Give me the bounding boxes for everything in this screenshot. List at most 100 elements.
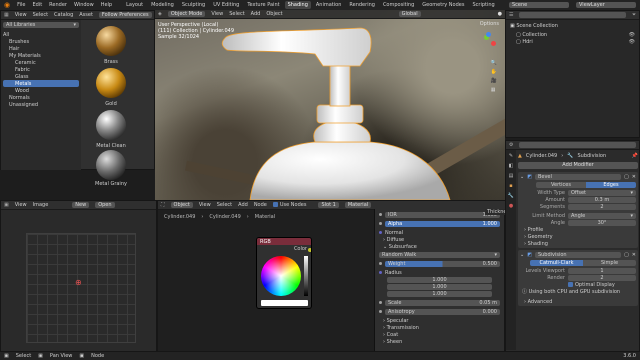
amount-row[interactable]: Amount 0.3 m (520, 196, 636, 203)
editor-type-icon[interactable]: ⚙ (509, 142, 513, 148)
sheen-section[interactable]: › Sheen (383, 338, 496, 345)
editor-type-icon[interactable]: ▣ (4, 202, 9, 208)
pin-icon[interactable]: 📌 (632, 153, 638, 159)
menu-image[interactable]: Image (33, 202, 49, 208)
properties-search[interactable] (519, 142, 636, 148)
menu-render[interactable]: Render (49, 2, 67, 8)
asset-gold[interactable]: Gold (91, 68, 131, 107)
menu-add[interactable]: Add (238, 202, 248, 208)
asset-metal-grainy[interactable]: Metal Grainy (91, 150, 131, 187)
scene-collection-row[interactable]: ▣ Scene Collection (510, 22, 635, 29)
radius-x[interactable]: 1.000 (387, 277, 492, 283)
menu-file[interactable]: File (17, 2, 25, 8)
tree-item-hair[interactable]: Hair (3, 45, 79, 52)
close-icon[interactable]: ✕ (632, 174, 636, 180)
image-grid[interactable] (26, 233, 136, 343)
viewport-3d[interactable]: ◈ Object Mode View Select Add Object Glo… (155, 10, 505, 200)
object-tab-icon[interactable]: ▪ (509, 183, 512, 189)
open-image-button[interactable]: Open (95, 202, 115, 208)
shading-subpanel[interactable]: › Shading (524, 240, 636, 247)
scene-selector[interactable]: Scene (509, 2, 569, 8)
tab-uv-editing[interactable]: UV Editing (210, 1, 242, 9)
specular-section[interactable]: › Specular (383, 317, 496, 324)
tree-item-glass[interactable]: Glass (3, 73, 79, 80)
menu-view[interactable]: View (199, 202, 211, 208)
view-layer-selector[interactable]: ViewLayer (576, 2, 636, 8)
tab-modeling[interactable]: Modeling (148, 1, 177, 9)
subsurface-method-dropdown[interactable]: Random Walk ▾ (379, 252, 500, 258)
weight-row[interactable]: Weight 0.500 (379, 260, 500, 267)
material-dropdown[interactable]: Material (344, 202, 372, 208)
bevel-affect-toggle[interactable]: Vertices Edges (536, 181, 636, 188)
outliner-item-hdri[interactable]: ▢ Hdri 👁 (516, 38, 635, 45)
menu-edit[interactable]: Edit (32, 2, 42, 8)
bevel-header[interactable]: ⌄ ◩ Bevel ▢ ✕ (520, 173, 636, 180)
color-wheel[interactable] (261, 256, 301, 296)
tab-animation[interactable]: Animation (313, 1, 345, 9)
levels-viewport-row[interactable]: Levels Viewport 1 (520, 267, 636, 274)
normal-input[interactable]: Normal (379, 229, 500, 236)
asset-metal-clean[interactable]: Metal Clean (91, 110, 131, 149)
tree-item-my-materials[interactable]: My Materials (3, 52, 79, 59)
color-output-socket[interactable] (308, 248, 311, 252)
tab-texture-paint[interactable]: Texture Paint (244, 1, 282, 9)
value-slider[interactable] (304, 256, 308, 296)
shader-type-dropdown[interactable]: Object (170, 202, 193, 208)
advanced-subpanel[interactable]: › Advanced (524, 298, 636, 305)
menu-node[interactable]: Node (254, 202, 267, 208)
diffuse-section[interactable]: › Diffuse (383, 236, 496, 243)
tab-layout[interactable]: Layout (123, 1, 146, 9)
tab-geometry-nodes[interactable]: Geometry Nodes (419, 1, 467, 9)
outliner-search[interactable] (519, 12, 626, 18)
tree-item-brushes[interactable]: Brushes (3, 38, 79, 45)
tree-item-fabric[interactable]: Fabric (3, 66, 79, 73)
limit-method-row[interactable]: Limit Method Angle ▾ (520, 212, 636, 219)
alpha-row[interactable]: Alpha 1.000 (379, 220, 500, 227)
outliner-item-collection[interactable]: ▢ Collection 👁 (516, 31, 635, 38)
coat-section[interactable]: › Coat (383, 331, 496, 338)
close-icon[interactable]: ✕ (632, 252, 636, 258)
render-levels-row[interactable]: Render 2 (520, 274, 636, 281)
camera-icon[interactable]: ▢ (624, 252, 629, 258)
rgb-node[interactable]: RGB Color (256, 237, 312, 309)
ior-row[interactable]: IOR1.500 (379, 211, 500, 218)
tab-scripting[interactable]: Scripting (469, 1, 497, 9)
editor-type-icon[interactable]: ⛶ (161, 202, 165, 208)
2d-cursor-icon[interactable]: ⊕ (75, 278, 82, 287)
menu-help[interactable]: Help (101, 2, 112, 8)
tree-item-ceramic[interactable]: Ceramic (3, 59, 79, 66)
geometry-subpanel[interactable]: › Geometry (524, 233, 636, 240)
tree-item-all[interactable]: All (3, 31, 79, 38)
import-method-dropdown[interactable]: Follow Preferences (98, 12, 152, 18)
segments-row[interactable]: Segments 2 (520, 203, 636, 210)
node-title[interactable]: RGB (257, 238, 311, 245)
filter-icon[interactable]: ⏷ (632, 12, 636, 18)
tool-tab-icon[interactable]: ✎ (509, 153, 513, 159)
camera-icon[interactable]: ▢ (624, 174, 629, 180)
tab-rendering[interactable]: Rendering (346, 1, 378, 9)
tab-compositing[interactable]: Compositing (380, 1, 417, 9)
angle-row[interactable]: Angle 30° (520, 219, 636, 226)
menu-select[interactable]: Select (217, 202, 232, 208)
bottle-object[interactable] (155, 10, 505, 200)
scale-row[interactable]: Scale 0.05 m (379, 299, 500, 306)
asset-brass[interactable]: Brass (91, 26, 131, 65)
menu-view[interactable]: View (15, 202, 27, 208)
slot-dropdown[interactable]: Slot 1 (318, 202, 339, 208)
width-type-row[interactable]: Width Type Offset ▾ (520, 189, 636, 196)
tree-item-metals[interactable]: Metals (3, 80, 79, 87)
eye-icon[interactable]: 👁 (629, 32, 635, 38)
color-swatch[interactable] (261, 300, 308, 306)
subdivision-type-toggle[interactable]: Catmull-Clark Simple (530, 259, 636, 266)
transmission-section[interactable]: › Transmission (383, 324, 496, 331)
modifier-tab-icon[interactable]: 🔧 (508, 193, 514, 199)
tree-item-unassigned[interactable]: Unassigned (3, 101, 79, 108)
optimal-display-checkbox[interactable]: Optimal Display (568, 281, 636, 288)
new-image-button[interactable]: New (72, 202, 90, 208)
tab-shading[interactable]: Shading (284, 1, 311, 9)
subdivision-header[interactable]: ⌄ ◩ Subdivision ▢ ✕ (520, 251, 636, 258)
menu-window[interactable]: Window (74, 2, 94, 8)
anisotropy-row[interactable]: Anisotropy 0.000 (379, 308, 500, 315)
editor-type-icon[interactable]: ▦ (4, 12, 9, 18)
radius-z[interactable]: 1.000 (387, 291, 492, 297)
